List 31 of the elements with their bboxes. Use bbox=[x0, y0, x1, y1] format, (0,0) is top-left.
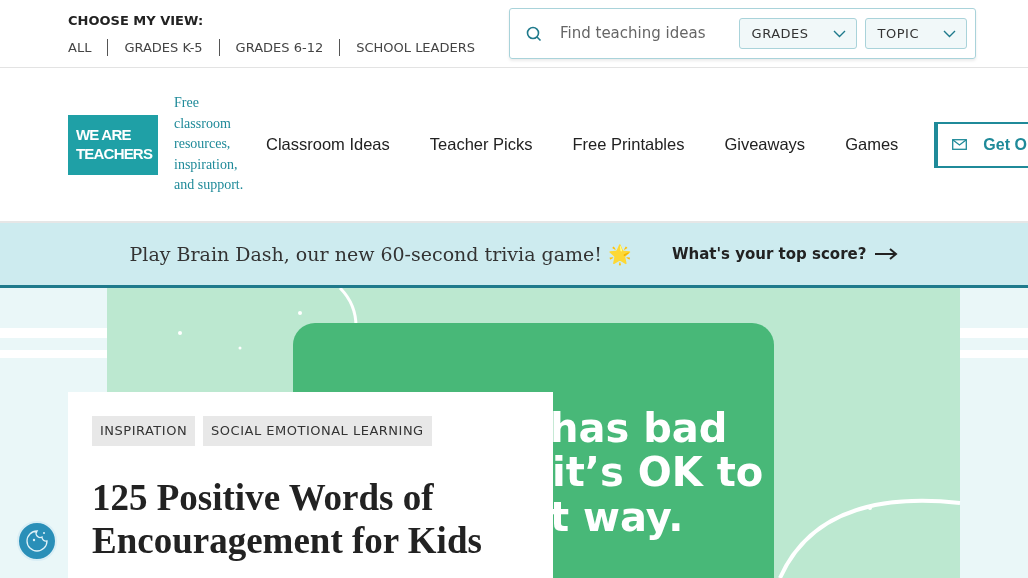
filter-dropdown[interactable]: TOPIC bbox=[864, 18, 967, 49]
article-title: 125 Positive Words of Encouragement for Kids bbox=[92, 475, 483, 562]
newsletter-button[interactable]: Get O bbox=[934, 121, 1028, 168]
cookie-icon bbox=[25, 529, 49, 553]
image-text: it’s OK to bbox=[552, 449, 764, 495]
filter-dropdown[interactable]: GRADES bbox=[738, 18, 857, 49]
view-option-link[interactable]: GRADES K-5 bbox=[107, 38, 219, 56]
category-tag[interactable]: INSPIRATION bbox=[92, 416, 196, 446]
nav-link[interactable]: Giveaways bbox=[704, 132, 826, 157]
view-option-link[interactable]: SCHOOL LEADERS bbox=[339, 38, 491, 56]
arrow-right-icon bbox=[874, 248, 899, 260]
search-box[interactable]: Find teaching ideas GRADES TOPIC bbox=[509, 8, 976, 59]
nav-link[interactable]: Free Printables bbox=[552, 132, 705, 157]
category-tag[interactable]: SOCIAL EMOTIONAL LEARNING bbox=[203, 416, 432, 446]
nav-link[interactable]: Teacher Picks bbox=[409, 132, 553, 157]
image-text: t way. bbox=[550, 494, 684, 540]
search-icon[interactable] bbox=[526, 25, 542, 42]
cookie-button[interactable] bbox=[17, 521, 57, 561]
nav-link[interactable]: Classroom Ideas bbox=[246, 132, 410, 157]
banner-link[interactable]: What's your top score? bbox=[671, 242, 899, 266]
chevron-down-icon bbox=[832, 29, 846, 38]
view-label: CHOOSE MY VIEW: bbox=[68, 12, 205, 31]
banner-text: Play Brain Dash, our new 60-second trivia game! 🌟 bbox=[129, 241, 632, 268]
tagline: Free classroom resources, inspiration, and support. bbox=[174, 94, 245, 195]
view-option-link[interactable]: ALL bbox=[68, 38, 108, 56]
logo-text: WE ARE TEACHERS bbox=[68, 114, 158, 175]
nav-link[interactable]: Games bbox=[825, 132, 919, 157]
mail-icon bbox=[952, 139, 968, 150]
image-text: has bad bbox=[550, 405, 728, 451]
chevron-down-icon bbox=[943, 29, 956, 38]
view-option-link[interactable]: GRADES 6-12 bbox=[218, 38, 340, 56]
